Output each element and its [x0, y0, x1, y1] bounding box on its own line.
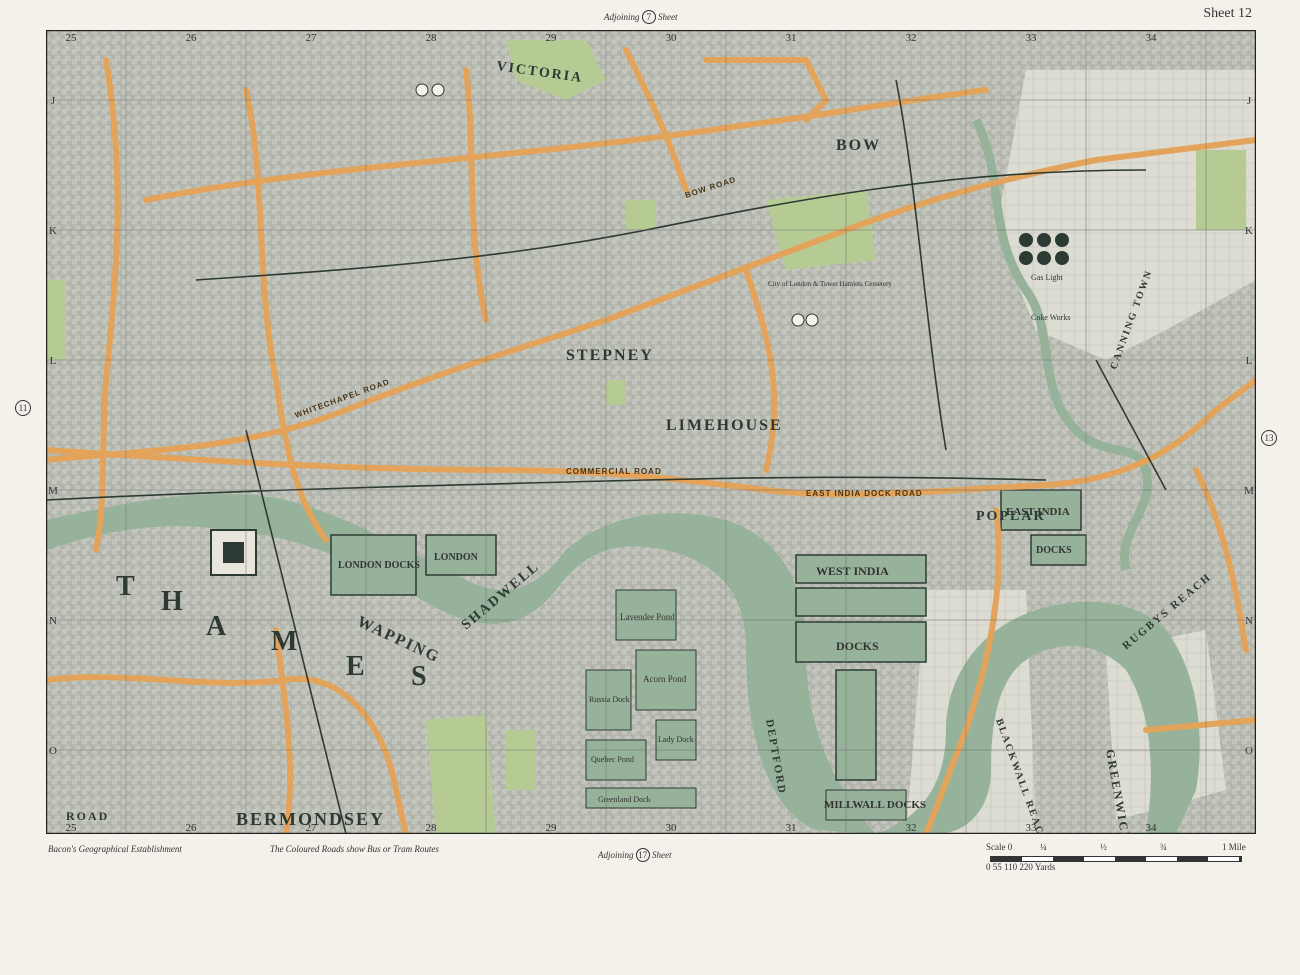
grid-col-top-25: 25 [66, 32, 78, 44]
docks-label: DOCKS [836, 639, 879, 653]
west-india-label: WEST INDIA [816, 564, 889, 578]
grid-col-bottom-26: 26 [186, 822, 198, 834]
grid-col-top-34: 34 [1146, 32, 1158, 44]
grid-row-left-K: K [49, 225, 57, 237]
deptford-park [506, 730, 536, 790]
grid-row-left-M: M [48, 485, 58, 497]
london-docks-short-label: LONDON [434, 552, 479, 563]
bow-label: BOW [836, 137, 881, 154]
grid-row-right-J: J [1247, 95, 1252, 107]
grid-col-bottom-30: 30 [666, 822, 678, 834]
russia-dock-label: Russia Dock [589, 695, 630, 704]
old-road-label: ROAD [66, 809, 109, 823]
grid-col-top-31: 31 [786, 32, 797, 44]
grid-col-bottom-25: 25 [66, 822, 78, 834]
coloured-roads-note: The Coloured Roads show Bus or Tram Rout… [270, 844, 439, 854]
grid-col-bottom-28: 28 [426, 822, 438, 834]
gas-light-label: Gas Light [1031, 273, 1064, 282]
thames-letter-h: H [161, 586, 185, 617]
grid-col-bottom-29: 29 [546, 822, 558, 834]
commercial-road-label: COMMERCIAL ROAD [566, 467, 662, 476]
sheet-title: Sheet 12 [1203, 6, 1252, 21]
india-dock-road-label: EAST INDIA DOCK ROAD [806, 489, 923, 498]
grid-row-left-N: N [49, 615, 57, 627]
adjoining-top-label: Adjoining 7 Sheet [604, 10, 678, 24]
adjoining-left-marker: 11 [8, 400, 38, 416]
thames-letter-a: A [206, 611, 228, 642]
finsbury-green [46, 280, 66, 360]
lady-dock-label: Lady Dock [658, 735, 694, 744]
limehouse-label: LIMEHOUSE [666, 417, 783, 434]
grid-col-top-32: 32 [906, 32, 917, 44]
grid-col-top-26: 26 [186, 32, 198, 44]
scale-mark-half: ½ [1100, 842, 1107, 852]
white-tower [223, 542, 244, 563]
grid-row-right-K: K [1245, 225, 1253, 237]
scale-mark-mile: 1 Mile [1222, 842, 1246, 852]
adjoining-bottom-suffix: Sheet [652, 850, 672, 860]
scale-yards: 0 55 110 220 Yards [986, 862, 1056, 872]
cemetery-label: City of London & Tower Hamlets Cemetery [768, 280, 892, 288]
grid-col-bottom-31: 31 [786, 822, 797, 834]
grid-row-right-L: L [1246, 355, 1253, 367]
lavender-pond-label: Lavender Pond [620, 612, 675, 622]
grid-col-top-33: 33 [1026, 32, 1038, 44]
grid-row-right-N: N [1245, 615, 1253, 627]
adjoining-bottom-number: 17 [635, 848, 650, 862]
thames-letter-e: E [346, 651, 367, 682]
coke-works-label: Coke Works [1031, 313, 1070, 322]
southwark-park [426, 715, 496, 834]
adjoining-top-word: Adjoining [604, 12, 640, 22]
grid-row-left-O: O [49, 745, 57, 757]
grid-col-top-27: 27 [306, 32, 318, 44]
stepney-green [606, 380, 626, 405]
grid-col-top-30: 30 [666, 32, 678, 44]
grid-col-top-28: 28 [426, 32, 438, 44]
map-sheet: Sheet 12 Adjoining 7 Sheet T H A M E S L… [0, 0, 1300, 975]
millwall-docks-label: MILLWALL DOCKS [824, 799, 926, 811]
grid-col-bottom-34: 34 [1146, 822, 1158, 834]
adjoining-right-number: 13 [1261, 430, 1277, 446]
grid-row-left-L: L [50, 355, 57, 367]
grid-row-left-J: J [51, 95, 56, 107]
grid-row-right-M: M [1244, 485, 1254, 497]
quebec-pond-label: Quebec Pond [591, 755, 634, 764]
adjoining-top-suffix: Sheet [658, 12, 678, 22]
stepney-label: STEPNEY [566, 347, 654, 364]
acorn-pond-label: Acorn Pond [643, 674, 687, 684]
map-canvas[interactable]: T H A M E S LONDON DOCKS LONDON WEST IND… [46, 30, 1256, 834]
grid-row-right-O: O [1245, 745, 1253, 757]
grid-col-bottom-27: 27 [306, 822, 318, 834]
millwall-inner-dock [835, 669, 877, 781]
london-docks-label: LONDON DOCKS [338, 560, 420, 571]
publisher-credit: Bacon's Geographical Establishment [48, 844, 182, 854]
poplar-label: POPLAR [976, 509, 1046, 524]
adjoining-bottom-label: Adjoining 17 Sheet [598, 848, 672, 862]
grid-col-top-29: 29 [546, 32, 558, 44]
scale-mark-quarter: ¼ [1040, 842, 1047, 852]
adjoining-right-marker: 13 [1254, 430, 1284, 446]
grid-col-bottom-32: 32 [906, 822, 917, 834]
adjoining-bottom-word: Adjoining [598, 850, 634, 860]
scale-mark-three-quarter: ¾ [1160, 842, 1167, 852]
adjoining-left-number: 11 [15, 400, 31, 416]
east-london-cemetery [1196, 150, 1246, 230]
thames-letter-s: S [411, 661, 429, 692]
thames-letter-t: T [116, 571, 137, 602]
meath-gardens [626, 200, 656, 230]
west-india-dock-middle [795, 587, 927, 617]
east-india-docks-label: DOCKS [1036, 545, 1072, 556]
grid-col-bottom-33: 33 [1026, 822, 1038, 834]
thames-letter-m: M [271, 626, 299, 657]
scale-label: Scale 0 [986, 842, 1013, 852]
greenland-dock-label: Greenland Dock [598, 795, 651, 804]
adjoining-top-number: 7 [641, 10, 656, 24]
